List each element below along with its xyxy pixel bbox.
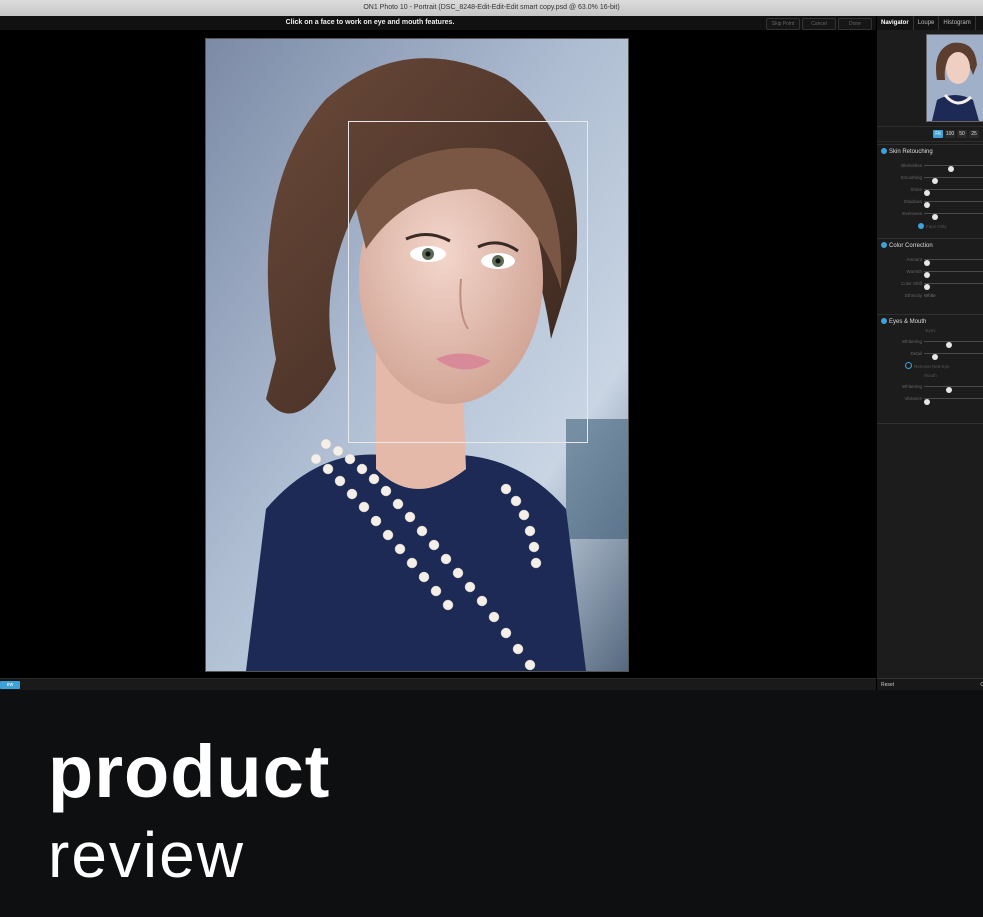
slider-label: Whitening [901,339,922,344]
eyes-mouth-toggle[interactable]: Eyes & Mouth [881,318,926,326]
slider-handle[interactable] [945,342,952,348]
slider-evenness[interactable]: Evenness [877,209,983,220]
ethnicity-select[interactable]: Ethnicity White [877,291,983,300]
panel-tabs: Navigator Loupe Histogram [877,16,983,30]
slider-handle[interactable] [924,284,930,290]
zoom-100-button[interactable]: 100 [945,130,955,138]
slider-label: Whitening [901,384,922,389]
check-icon [881,242,887,248]
slider-blemishes[interactable]: Blemishes [877,161,983,172]
ethnicity-value: White [924,293,936,298]
slider-label: Color Shift [900,281,922,286]
check-icon [881,148,887,154]
slider-handle[interactable] [924,399,930,405]
color-correction-title: Color Correction [889,243,933,249]
slider-eye-whitening[interactable]: Whitening [877,337,983,348]
photo-canvas[interactable] [0,30,876,678]
slider-handle[interactable] [945,387,952,393]
slider-label: Blemishes [901,163,922,168]
slider-handle[interactable] [924,190,930,196]
zoom-50-button[interactable]: 50 [957,130,967,138]
eyes-subheading: Eyes [925,328,936,333]
slider-label: Vibrance [904,396,922,401]
slider-handle[interactable] [948,166,955,172]
slider-warmth[interactable]: Warmth [877,267,983,278]
slider-label: Evenness [902,211,922,216]
skin-retouching-toggle[interactable]: Skin Retouching [881,148,933,156]
slider-mouth-whitening[interactable]: Whitening [877,382,983,393]
right-panel: Navigator Loupe Histogram Fit 100 50 25 … [876,16,983,691]
slider-eye-detail[interactable]: Detail [877,349,983,360]
banner-title: product [48,730,331,813]
slider-mouth-vibrance[interactable]: Vibrance [877,394,983,405]
view-button[interactable]: ew [0,681,20,689]
slider-color-shift[interactable]: Color Shift [877,279,983,290]
unchecked-icon [905,362,912,369]
done-button[interactable]: Done [838,18,872,30]
check-icon [881,318,887,324]
slider-handle[interactable] [924,260,930,266]
slider-label: Shine [910,187,922,192]
face-only-checkbox[interactable]: Face Only [918,223,947,231]
thumbnail-image [927,35,983,121]
review-banner: product review [0,690,983,917]
slider-shine[interactable]: Shine [877,185,983,196]
ethnicity-label: Ethnicity [904,293,922,298]
banner-subtitle: review [48,819,245,891]
color-correction-section: Color Correction Amount Warmth Color Shi… [877,238,983,315]
skin-retouching-title: Skin Retouching [889,149,933,155]
color-correction-toggle[interactable]: Color Correction [881,242,933,250]
skip-point-button[interactable]: Skip Point [766,18,800,30]
check-icon [918,223,924,229]
zoom-fit-button[interactable]: Fit [933,130,943,138]
zoom-25-button[interactable]: 25 [969,130,979,138]
mouth-subheading: Mouth [924,373,937,378]
remove-red-eye-checkbox[interactable]: Remove Red-Eye [905,362,950,371]
slider-label: Smoothing [900,175,922,180]
window-title: ON1 Photo 10 - Portrait (DSC_8248-Edit-E… [0,0,983,17]
slider-label: Warmth [906,269,922,274]
tab-histogram[interactable]: Histogram [939,16,976,30]
slider-handle[interactable] [924,202,930,208]
eyes-mouth-section: Eyes & Mouth Eyes Whitening Detail Remov… [877,314,983,424]
zoom-controls: Fit 100 50 25 [877,126,983,142]
portrait-photo[interactable] [205,38,629,672]
slider-label: Amount [906,257,922,262]
slider-smoothing[interactable]: Smoothing [877,173,983,184]
slider-handle[interactable] [924,272,930,278]
reset-button[interactable]: Reset [881,681,894,689]
slider-amount[interactable]: Amount [877,255,983,266]
slider-label: Shadows [903,199,922,204]
slider-handle[interactable] [932,354,939,360]
slider-label: Detail [910,351,922,356]
slider-handle[interactable] [932,214,939,220]
cancel-button[interactable]: Cancel [802,18,836,30]
slider-handle[interactable] [932,178,939,184]
instruction-bar: Click on a face to work on eye and mouth… [0,16,876,30]
tab-navigator[interactable]: Navigator [877,16,914,30]
eyes-mouth-title: Eyes & Mouth [889,319,927,325]
navigator-thumbnail[interactable] [926,34,983,122]
instruction-text: Click on a face to work on eye and mouth… [285,19,455,26]
tab-loupe[interactable]: Loupe [914,16,940,30]
face-selection-box[interactable] [348,121,588,443]
skin-retouching-section: Skin Retouching Blemishes Smoothing Shin… [877,144,983,239]
slider-shadows[interactable]: Shadows [877,197,983,208]
